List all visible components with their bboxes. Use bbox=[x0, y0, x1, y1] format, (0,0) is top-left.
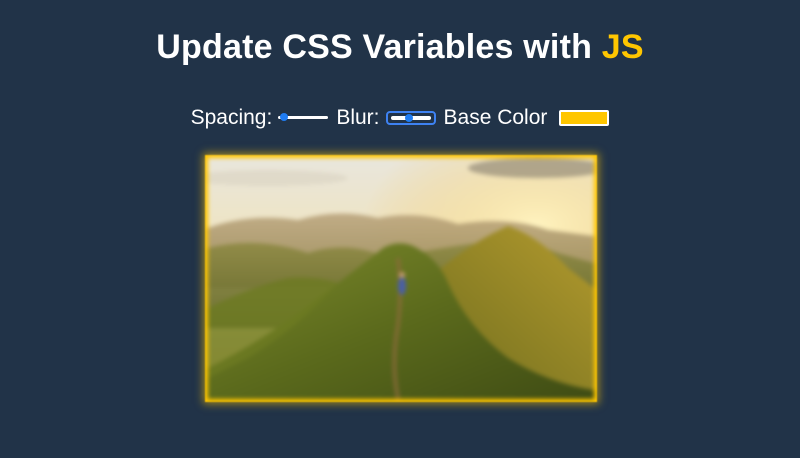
blur-slider-thumb[interactable] bbox=[404, 114, 413, 122]
spacing-label: Spacing: bbox=[190, 106, 273, 129]
blur-label: Blur: bbox=[336, 106, 380, 129]
spacing-slider-thumb[interactable] bbox=[280, 113, 289, 121]
mountain-image bbox=[208, 158, 594, 399]
photo-frame bbox=[205, 155, 597, 402]
title-highlight: JS bbox=[601, 28, 644, 66]
mountain-photo bbox=[208, 158, 594, 399]
base-color-picker[interactable] bbox=[559, 110, 610, 126]
controls-bar: Spacing: Blur: Base Color bbox=[0, 103, 800, 133]
page: Update CSS Variables with JS Spacing: Bl… bbox=[0, 0, 800, 458]
base-color-label: Base Color bbox=[443, 106, 548, 129]
title-text: Update CSS Variables with bbox=[156, 28, 602, 66]
blur-slider[interactable] bbox=[385, 111, 436, 125]
page-title: Update CSS Variables with JS bbox=[0, 28, 800, 67]
spacing-slider[interactable] bbox=[278, 111, 329, 125]
